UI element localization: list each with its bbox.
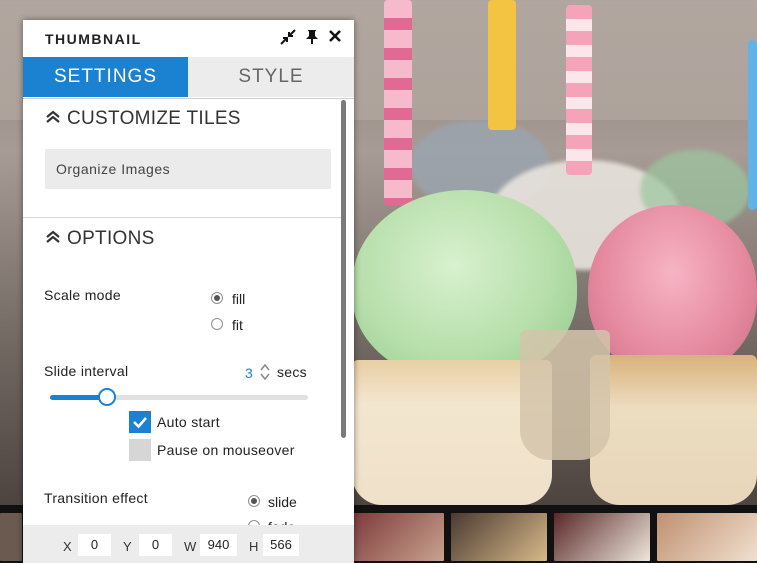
auto-start-label[interactable]: Auto start <box>157 414 220 430</box>
pause-on-mouseover-label[interactable]: Pause on mouseover <box>157 442 295 458</box>
thumbnail-panel: THUMBNAIL SETTINGS STYLE CUSTOMIZE TILES… <box>23 20 354 563</box>
panel-tabs: SETTINGS STYLE <box>23 57 354 97</box>
candle <box>748 40 757 210</box>
scale-mode-fit-label[interactable]: fit <box>232 317 243 333</box>
thumbnail-image[interactable] <box>451 513 547 561</box>
slide-interval-stepper[interactable] <box>260 363 270 381</box>
customize-tiles-header[interactable]: CUSTOMIZE TILES <box>45 108 241 130</box>
transition-slide-radio[interactable] <box>248 495 260 507</box>
panel-scrollbar[interactable] <box>341 100 346 438</box>
pause-on-mouseover-checkbox[interactable] <box>129 439 151 461</box>
checkmark-icon <box>133 417 147 429</box>
slide-interval-value[interactable]: 3 <box>245 365 253 381</box>
organize-images-button[interactable]: Organize Images <box>45 149 331 189</box>
scale-mode-fit-radio[interactable] <box>211 318 223 330</box>
auto-start-checkbox[interactable] <box>129 411 151 433</box>
candle <box>566 5 592 175</box>
pin-icon[interactable] <box>303 29 321 47</box>
section-divider <box>23 217 341 218</box>
scale-mode-label: Scale mode <box>44 287 121 303</box>
pink-frosting <box>588 205 757 375</box>
thumbnail-image[interactable] <box>657 513 757 561</box>
double-chevron-up-icon <box>45 108 61 130</box>
scale-mode-fill-radio[interactable] <box>211 292 223 304</box>
options-label: OPTIONS <box>67 228 155 250</box>
collapse-icon[interactable] <box>279 29 297 47</box>
double-chevron-up-icon <box>45 228 61 250</box>
options-header[interactable]: OPTIONS <box>45 228 155 250</box>
tab-style[interactable]: STYLE <box>188 57 354 97</box>
slide-interval-label: Slide interval <box>44 363 129 379</box>
w-field[interactable]: 940 <box>200 534 237 556</box>
panel-title: THUMBNAIL <box>45 31 142 47</box>
y-field[interactable]: 0 <box>139 534 172 556</box>
tab-settings[interactable]: SETTINGS <box>23 57 188 97</box>
slider-handle[interactable] <box>97 388 116 406</box>
tab-divider <box>23 98 354 99</box>
slide-interval-slider[interactable] <box>50 388 308 406</box>
h-field[interactable]: 566 <box>263 534 299 556</box>
candle <box>384 0 412 205</box>
close-icon[interactable] <box>326 29 344 47</box>
customize-tiles-label: CUSTOMIZE TILES <box>67 108 241 130</box>
thumbnail-image[interactable] <box>0 513 22 561</box>
y-label: Y <box>123 539 132 554</box>
panel-footer: X 0 Y 0 W 940 H 566 <box>23 525 354 563</box>
pink-cupcake-wrapper <box>590 355 757 505</box>
back-cupcake-wrapper <box>520 330 610 460</box>
thumbnail-image[interactable] <box>352 513 444 561</box>
h-label: H <box>249 539 259 554</box>
thumbnail-image[interactable] <box>554 513 650 561</box>
w-label: W <box>184 539 197 554</box>
transition-slide-label[interactable]: slide <box>268 494 297 510</box>
candle <box>488 0 516 130</box>
scale-mode-fill-label[interactable]: fill <box>232 291 245 307</box>
transition-effect-label: Transition effect <box>44 490 148 506</box>
x-label: X <box>63 539 72 554</box>
panel-header: THUMBNAIL <box>23 20 354 57</box>
slide-interval-unit: secs <box>277 364 307 380</box>
x-field[interactable]: 0 <box>78 534 111 556</box>
